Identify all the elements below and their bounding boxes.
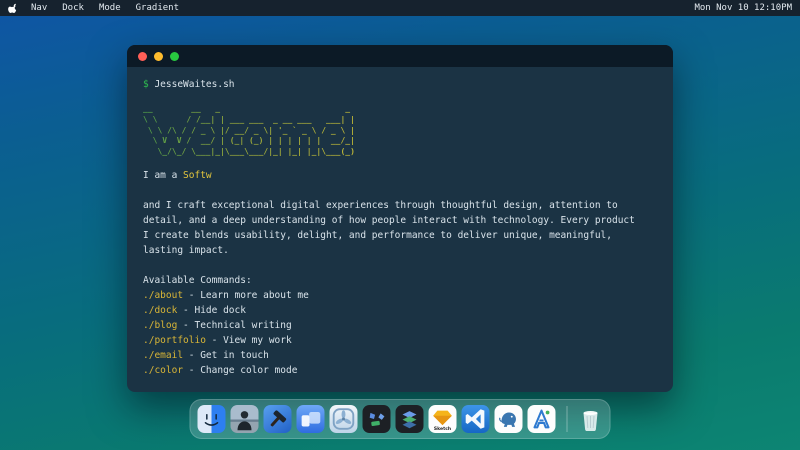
windows-app-icon[interactable] [297,405,325,433]
prompt-line: $ JesseWaites.sh [143,77,657,92]
command-portfolio[interactable]: ./portfolio [143,335,206,346]
dock-divider [567,406,568,432]
sketch-label: Sketch [429,427,457,432]
command-email[interactable]: ./email [143,350,183,361]
command-desc: - Hide dock [177,305,246,316]
command-dock[interactable]: ./dock [143,305,177,316]
typed-text: Softw [183,170,212,181]
dock: Sketch [190,399,611,439]
command-desc: - Learn more about me [183,290,309,301]
bio-line: I create blends usability, delight, and … [143,228,657,243]
terminal-window: $ JesseWaites.sh __ __ _ _ \ \ / /__| | … [127,45,673,392]
command-desc: - Get in touch [183,350,269,361]
command-about[interactable]: ./about [143,290,183,301]
command-list: ./about - Learn more about me ./dock - H… [143,288,657,378]
vscode-icon[interactable] [462,405,490,433]
xcode-icon[interactable] [528,405,556,433]
sketch-icon[interactable]: Sketch [429,405,457,433]
shapes-app-icon[interactable] [363,405,391,433]
terminal-titlebar[interactable] [127,45,673,67]
command-row: ./email - Get in touch [143,348,657,363]
layers-app-icon[interactable] [396,405,424,433]
trash-icon[interactable] [579,405,603,433]
commands-title: Available Commands: [143,273,657,288]
command-color[interactable]: ./color [143,365,183,376]
command-desc: - View my work [206,335,292,346]
postgres-icon[interactable] [495,405,523,433]
script-name: JesseWaites.sh [154,79,234,90]
bio-line: lasting impact. [143,243,657,258]
terminal-content[interactable]: $ JesseWaites.sh __ __ _ _ \ \ / /__| | … [127,67,673,378]
menu-item-mode[interactable]: Mode [99,3,121,13]
profile-photo-icon[interactable] [231,405,259,433]
menu-item-gradient[interactable]: Gradient [136,3,179,13]
bio-paragraph: and I craft exceptional digital experien… [143,198,657,258]
command-blog[interactable]: ./blog [143,320,177,331]
finder-icon[interactable] [198,405,226,433]
desktop: Nav Dock Mode Gradient Mon Nov 10 12:10P… [0,0,800,450]
menu-item-nav[interactable]: Nav [31,3,47,13]
close-button[interactable] [138,52,147,61]
command-row: ./dock - Hide dock [143,303,657,318]
command-row: ./color - Change color mode [143,363,657,378]
bio-line: and I craft exceptional digital experien… [143,198,657,213]
apple-menu-icon[interactable] [8,2,19,14]
command-row: ./blog - Technical writing [143,318,657,333]
minimize-button[interactable] [154,52,163,61]
zoom-button[interactable] [170,52,179,61]
menu-bar: Nav Dock Mode Gradient Mon Nov 10 12:10P… [0,0,800,16]
prompt-symbol: $ [143,79,154,90]
command-desc: - Technical writing [177,320,291,331]
welcome-ascii-banner: __ __ _ _ \ \ / /__| | ___ ___ _ __ ___ … [143,104,657,158]
command-row: ./portfolio - View my work [143,333,657,348]
menubar-clock[interactable]: Mon Nov 10 12:10PM [694,3,792,13]
bio-line: detail, and a deep understanding of how … [143,213,657,228]
hammer-app-icon[interactable] [264,405,292,433]
command-row: ./about - Learn more about me [143,288,657,303]
command-desc: - Change color mode [183,365,297,376]
intro-line: I am a Softw [143,168,657,183]
propeller-app-icon[interactable] [330,405,358,433]
menu-item-dock[interactable]: Dock [62,3,84,13]
